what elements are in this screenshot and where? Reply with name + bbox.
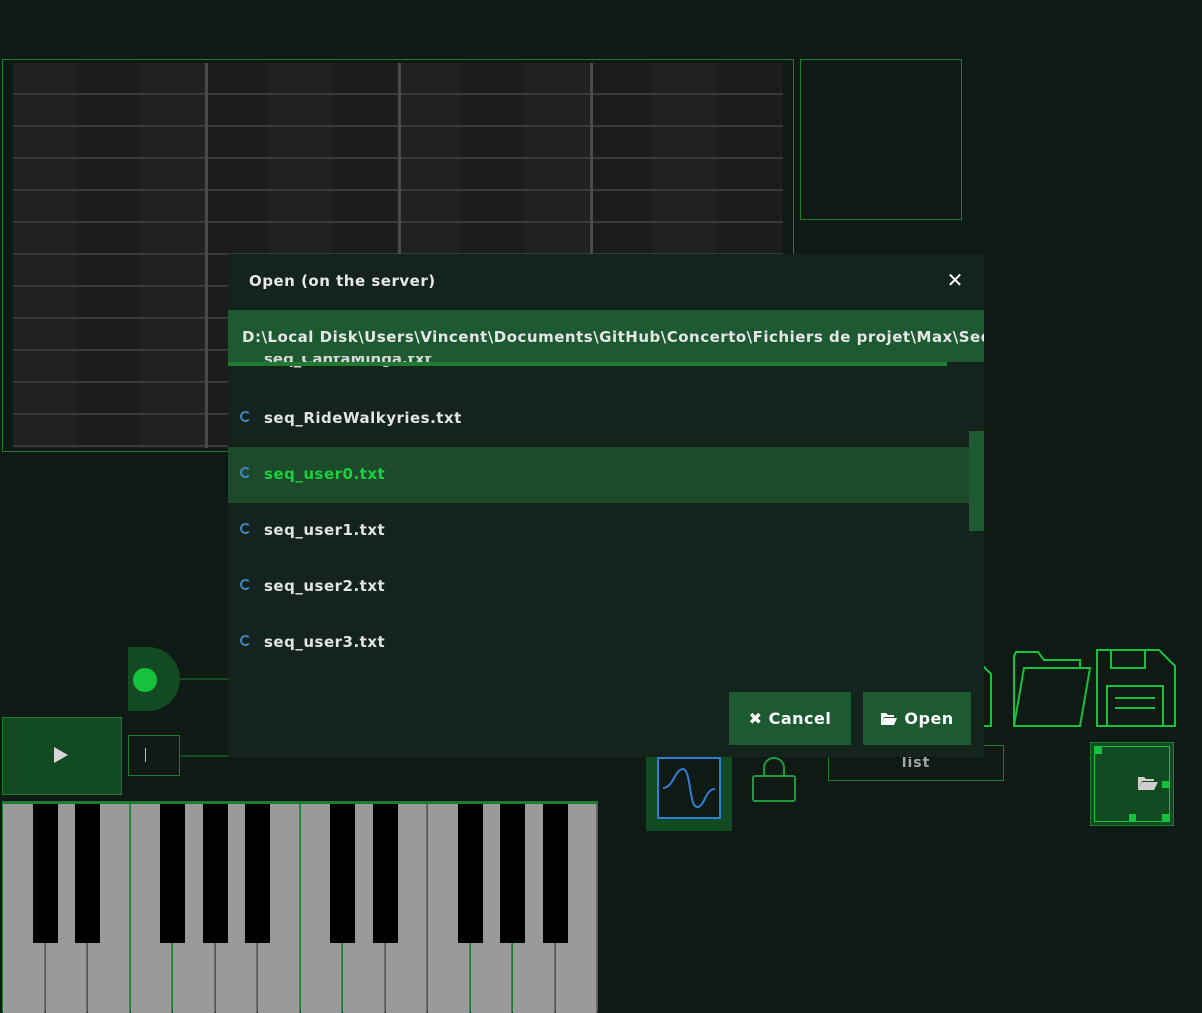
file-name: seq_user3.txt (264, 633, 386, 651)
file-icon (240, 523, 251, 534)
file-icon (240, 635, 251, 646)
file-name: seq_user2.txt (264, 577, 386, 595)
black-key[interactable] (32, 804, 58, 943)
open-button[interactable]: Open (863, 692, 971, 745)
file-item[interactable]: seq_user1.txt (228, 503, 969, 559)
connector-line (180, 678, 230, 680)
cancel-button[interactable]: ✖ Cancel (729, 692, 851, 745)
cursor-input[interactable] (128, 735, 180, 776)
path-bar: D:\Local Disk\Users\Vincent\Documents\Gi… (228, 310, 984, 362)
corner-handle[interactable] (1095, 747, 1102, 754)
piano-keyboard[interactable] (2, 801, 598, 1013)
file-icon (240, 467, 251, 478)
black-key[interactable] (75, 804, 100, 943)
file-name: seq_user0.txt (264, 465, 386, 483)
file-item[interactable]: seq_user3.txt (228, 615, 969, 671)
folder-open-small-icon (1137, 775, 1159, 791)
grid-column (13, 63, 77, 448)
path-underline (228, 362, 947, 366)
cancel-icon: ✖ (748, 709, 763, 728)
file-item[interactable]: seq_user2.txt (228, 559, 969, 615)
dialog-title: Open (on the server) (249, 272, 436, 290)
folder-open-icon[interactable] (1010, 648, 1092, 730)
lock-icon[interactable] (750, 754, 798, 806)
black-key[interactable] (372, 804, 398, 943)
connector-line (180, 755, 230, 757)
side-panel (800, 59, 962, 220)
save-icon[interactable] (1095, 648, 1177, 730)
black-key[interactable] (202, 804, 228, 943)
file-item[interactable]: seq_user0.txt (228, 447, 969, 503)
black-key[interactable] (457, 804, 483, 943)
waveform-icon (657, 757, 721, 819)
file-name: seq_RideWalkyries.txt (264, 409, 462, 427)
play-icon (54, 747, 68, 763)
grid-column (141, 63, 205, 448)
text-cursor (145, 748, 146, 762)
corner-handle[interactable] (1162, 781, 1169, 788)
knob-indicator[interactable] (133, 668, 157, 692)
folder-open-icon (880, 694, 898, 747)
file-name: seq_user1.txt (264, 521, 386, 539)
file-icon (240, 411, 251, 422)
grid-bar-line (205, 63, 208, 448)
file-icon (240, 579, 251, 590)
cancel-label: Cancel (768, 709, 832, 728)
black-key[interactable] (245, 804, 270, 943)
corner-handle[interactable] (1162, 814, 1169, 821)
file-item[interactable]: seq_RideWalkyries.txt (228, 391, 969, 447)
black-key[interactable] (160, 804, 185, 943)
corner-handle[interactable] (1129, 814, 1136, 821)
scrollbar-thumb[interactable] (969, 431, 984, 531)
black-key[interactable] (542, 804, 568, 943)
open-label: Open (904, 709, 954, 728)
black-key[interactable] (330, 804, 355, 943)
file-list: seq_RideWalkyries.txt seq_user0.txt seq_us… (228, 391, 969, 671)
close-icon[interactable]: ✕ (945, 268, 965, 292)
black-key[interactable] (500, 804, 525, 943)
